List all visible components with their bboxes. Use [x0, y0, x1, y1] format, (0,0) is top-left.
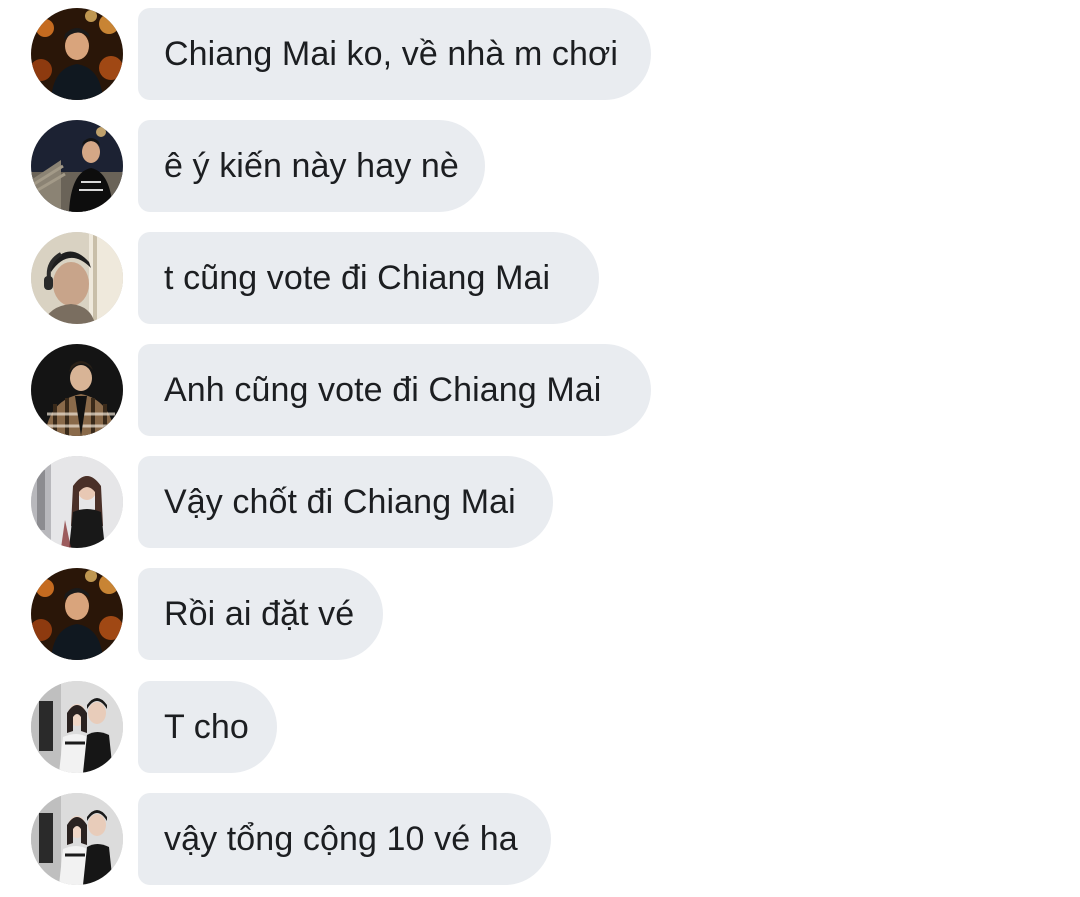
- avatar[interactable]: [31, 344, 123, 436]
- message-bubble[interactable]: T cho: [138, 681, 277, 773]
- avatar[interactable]: [31, 232, 123, 324]
- message-bubble[interactable]: Anh cũng vote đi Chiang Mai: [138, 344, 651, 436]
- message-text: Vậy chốt đi Chiang Mai: [164, 482, 516, 521]
- message-row: vậy tổng cộng 10 vé ha: [0, 793, 1080, 885]
- avatar-photo-woman-long-hair: [31, 456, 123, 548]
- message-bubble[interactable]: t cũng vote đi Chiang Mai: [138, 232, 599, 324]
- message-row: ê ý kiến này hay nè: [0, 120, 1080, 212]
- avatar-photo-man-orange-lights: [31, 568, 123, 660]
- group-chat-thread: Chiang Mai ko, về nhà m chơi ê ý kiến nà…: [0, 0, 1080, 897]
- avatar-photo-man-stairs-night: [31, 120, 123, 212]
- avatar-photo-man-orange-lights: [31, 8, 123, 100]
- avatar[interactable]: [31, 681, 123, 773]
- message-text: vậy tổng cộng 10 vé ha: [164, 819, 518, 858]
- avatar-photo-two-people-mirror: [31, 793, 123, 885]
- message-bubble[interactable]: Chiang Mai ko, về nhà m chơi: [138, 8, 651, 100]
- message-text: t cũng vote đi Chiang Mai: [164, 258, 551, 297]
- avatar[interactable]: [31, 8, 123, 100]
- message-row: T cho: [0, 681, 1080, 773]
- message-bubble[interactable]: vậy tổng cộng 10 vé ha: [138, 793, 551, 885]
- avatar[interactable]: [31, 568, 123, 660]
- message-text: Anh cũng vote đi Chiang Mai: [164, 370, 602, 409]
- message-text: Chiang Mai ko, về nhà m chơi: [164, 34, 619, 73]
- message-row: Anh cũng vote đi Chiang Mai: [0, 344, 1080, 436]
- message-bubble[interactable]: ê ý kiến này hay nè: [138, 120, 485, 212]
- message-bubble[interactable]: Rồi ai đặt vé: [138, 568, 383, 660]
- avatar-photo-two-people-mirror: [31, 681, 123, 773]
- message-text: ê ý kiến này hay nè: [164, 146, 459, 185]
- message-text: Rồi ai đặt vé: [164, 594, 355, 633]
- avatar-photo-man-plaid-shirt: [31, 344, 123, 436]
- message-row: Rồi ai đặt vé: [0, 568, 1080, 660]
- message-bubble[interactable]: Vậy chốt đi Chiang Mai: [138, 456, 553, 548]
- avatar[interactable]: [31, 120, 123, 212]
- avatar[interactable]: [31, 456, 123, 548]
- message-row: Chiang Mai ko, về nhà m chơi: [0, 8, 1080, 100]
- message-row: Vậy chốt đi Chiang Mai: [0, 456, 1080, 548]
- avatar-photo-man-headphones: [31, 232, 123, 324]
- message-text: T cho: [164, 707, 249, 746]
- message-row: t cũng vote đi Chiang Mai: [0, 232, 1080, 324]
- avatar[interactable]: [31, 793, 123, 885]
